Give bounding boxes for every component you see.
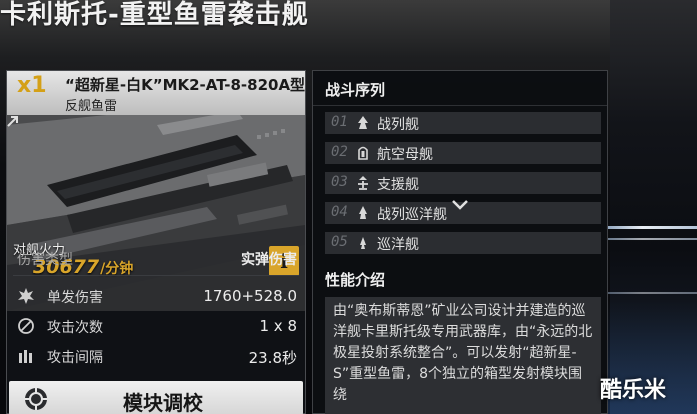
attack-interval-value: 23.8秒 xyxy=(248,349,297,367)
sequence-name: 支援舰 xyxy=(377,177,419,193)
ammo-icon xyxy=(19,350,32,363)
performance-description: 由“奥布斯蒂恩”矿业公司设计并建造的巡洋舰卡里斯托级专用武器库，由“永远的北极星… xyxy=(333,303,593,403)
target-slash-icon xyxy=(18,318,34,334)
explosion-icon xyxy=(18,288,34,304)
info-panel: 战斗序列 01 战列舰 02 航空母舰 03 支援舰 04 战列巡洋舰 05 巡… xyxy=(312,70,608,414)
weapon-image: 对舰火力 30677/分钟 i xyxy=(7,115,305,311)
damage-type-row: 伤害类型 实弹伤害 xyxy=(7,245,305,271)
sequence-number: 03 xyxy=(331,174,348,190)
performance-description-box[interactable]: 由“奥布斯蒂恩”矿业公司设计并建造的巡洋舰卡里斯托级专用武器库，由“永远的北极星… xyxy=(325,297,601,414)
sequence-item-cruiser[interactable]: 05 巡洋舰 xyxy=(325,232,601,254)
torpedo-launcher-illustration xyxy=(7,115,305,311)
single-damage-row: 单发伤害 1760+528.0 xyxy=(7,283,305,309)
attack-count-row: 攻击次数 1 x 8 xyxy=(7,313,305,339)
weapon-name: “超新星-白K”MK2-AT-8-820A型 xyxy=(65,76,306,94)
divider xyxy=(313,105,607,106)
sequence-item-battleship[interactable]: 01 战列舰 xyxy=(325,112,601,134)
attack-interval-label: 攻击间隔 xyxy=(47,350,103,366)
crosshair-gear-icon xyxy=(25,388,47,410)
module-tune-label: 模块调校 xyxy=(123,391,203,414)
single-damage-value: 1760+528.0 xyxy=(203,287,297,305)
attack-interval-row: 攻击间隔 23.8秒 xyxy=(7,343,305,369)
damage-type-label: 伤害类型 xyxy=(17,252,73,268)
performance-title: 性能介绍 xyxy=(325,271,386,289)
battlecruiser-icon xyxy=(359,206,367,219)
weapon-quantity: x1 xyxy=(17,73,47,98)
background-light-beam xyxy=(606,238,697,240)
attack-count-label: 攻击次数 xyxy=(47,320,103,336)
module-tune-button[interactable]: 模块调校 xyxy=(9,381,303,414)
sequence-number: 04 xyxy=(331,204,348,220)
sequence-name: 航空母舰 xyxy=(377,147,433,163)
carrier-icon xyxy=(358,146,368,160)
sequence-number: 05 xyxy=(331,234,348,250)
firepower-arrow-icon xyxy=(7,116,18,127)
weapon-header: x1 “超新星-白K”MK2-AT-8-820A型 反舰鱼雷 xyxy=(7,71,305,115)
single-damage-label: 单发伤害 xyxy=(47,290,103,306)
sequence-name: 战列舰 xyxy=(377,117,419,133)
weapon-card: x1 “超新星-白K”MK2-AT-8-820A型 反舰鱼雷 对舰火力 3067… xyxy=(6,70,306,414)
sequence-item-carrier[interactable]: 02 航空母舰 xyxy=(325,142,601,164)
divider xyxy=(13,275,299,276)
sequence-number: 01 xyxy=(331,114,348,130)
weapon-type: 反舰鱼雷 xyxy=(65,99,118,114)
page-title: 卡利斯托-重型鱼雷袭击舰 xyxy=(0,0,309,30)
attack-count-value: 1 x 8 xyxy=(259,317,298,335)
watermark: 酷乐米 xyxy=(600,378,667,403)
support-ship-icon xyxy=(358,176,368,190)
sequence-name: 巡洋舰 xyxy=(377,237,419,253)
battleship-icon xyxy=(358,116,368,129)
battle-sequence-title: 战斗序列 xyxy=(325,81,386,99)
background-light-beam xyxy=(606,226,697,229)
sequence-name: 战列巡洋舰 xyxy=(377,207,447,223)
background-light-beam xyxy=(606,292,697,294)
chevron-down-icon[interactable] xyxy=(450,199,470,211)
cruiser-icon xyxy=(360,237,366,249)
damage-type-value: 实弹伤害 xyxy=(241,252,297,268)
sequence-number: 02 xyxy=(331,144,348,160)
sequence-item-support[interactable]: 03 支援舰 xyxy=(325,172,601,194)
